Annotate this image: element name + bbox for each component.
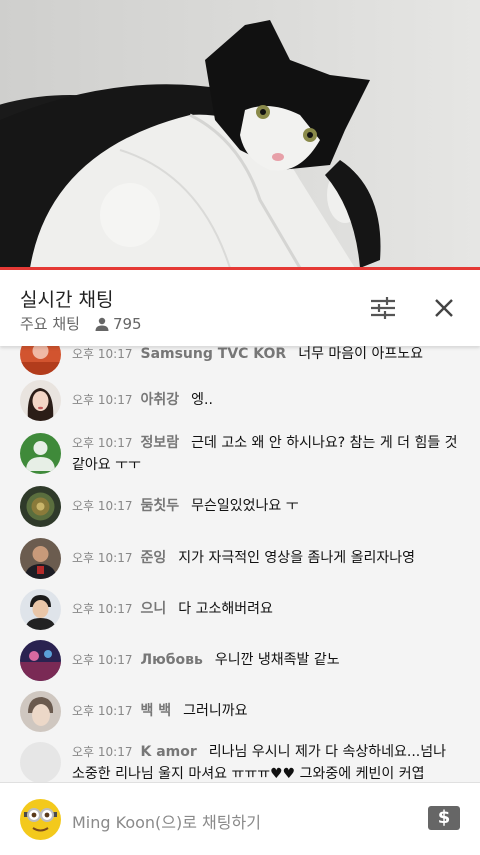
- message-text: 오후 10:17 정보람 근데 고소 왜 안 하시나요? 참는 게 더 힘들 것 같…: [72, 432, 462, 476]
- message-time: 오후 10:17: [72, 602, 133, 616]
- message-body: 우니깐 냉채족발 같노: [214, 652, 340, 668]
- avatar[interactable]: [20, 640, 61, 681]
- message-author[interactable]: 정보람: [140, 435, 179, 451]
- message-text: 오후 10:17 준잉 지가 자극적인 영상을 좀나게 올리자나영: [72, 547, 462, 569]
- message-author[interactable]: Samsung TVC KOR: [140, 346, 286, 362]
- avatar[interactable]: [20, 380, 61, 421]
- message-body: 엥..: [191, 392, 213, 408]
- chat-subheader: 주요 채팅 795: [20, 313, 142, 334]
- message-author[interactable]: 둠칫두: [140, 498, 179, 514]
- message-author[interactable]: 으니: [140, 601, 166, 617]
- close-icon: [435, 299, 453, 317]
- avatar[interactable]: [20, 538, 61, 579]
- avatar[interactable]: [20, 589, 61, 630]
- message-time: 오후 10:17: [72, 745, 133, 759]
- video-frame-cat: [0, 0, 480, 268]
- avatar[interactable]: [20, 433, 61, 474]
- close-chat-button[interactable]: [426, 290, 462, 326]
- message-body: 다 고소해버려요: [178, 601, 273, 617]
- sliders-icon: [371, 297, 395, 319]
- message-author[interactable]: 아취강: [140, 392, 179, 408]
- message-time: 오후 10:17: [72, 551, 133, 565]
- chat-title: 실시간 채팅: [20, 289, 114, 311]
- message-author[interactable]: 준잉: [140, 550, 166, 566]
- chat-mode-selector[interactable]: 주요 채팅: [20, 313, 80, 334]
- message-time: 오후 10:17: [72, 653, 133, 667]
- viewer-count: 795: [94, 315, 142, 333]
- message-body: 무슨일있었나요 ㅜ: [191, 498, 299, 514]
- message-body: 그러니까요: [183, 703, 248, 719]
- message-text: 오후 10:17 Samsung TVC KOR 너무 마음이 아프노요: [72, 346, 462, 365]
- message-time: 오후 10:17: [72, 436, 133, 450]
- avatar[interactable]: [20, 346, 61, 375]
- chat-input-bar: Ming Koon(으)로 채팅하기 $: [0, 782, 480, 855]
- message-text: 오후 10:17 백 백 그러니까요: [72, 700, 462, 722]
- viewer-count-value: 795: [112, 314, 142, 333]
- my-avatar: [20, 799, 61, 840]
- message-author[interactable]: 백 백: [140, 703, 171, 719]
- message-time: 오후 10:17: [72, 393, 133, 407]
- super-chat-button[interactable]: $: [428, 806, 460, 830]
- message-text: 오후 10:17 K amor 리나님 우시니 제가 다 속상하네요...넘나 소중…: [72, 741, 462, 782]
- message-time: 오후 10:17: [72, 347, 133, 361]
- live-chat-header: 실시간 채팅 주요 채팅 795: [0, 270, 480, 346]
- dollar-icon: $: [437, 807, 451, 828]
- chat-filter-button[interactable]: [365, 290, 401, 326]
- message-time: 오후 10:17: [72, 499, 133, 513]
- message-author[interactable]: Любовь: [140, 652, 202, 668]
- message-text: 오후 10:17 둠칫두 무슨일있었나요 ㅜ: [72, 495, 462, 517]
- message-body: 지가 자극적인 영상을 좀나게 올리자나영: [178, 550, 416, 566]
- person-icon: [95, 317, 109, 331]
- avatar[interactable]: [20, 486, 61, 527]
- avatar[interactable]: [20, 691, 61, 732]
- message-text: 오후 10:17 Любовь 우니깐 냉채족발 같노: [72, 649, 462, 671]
- message-time: 오후 10:17: [72, 704, 133, 718]
- message-text: 오후 10:17 아취강 엥..: [72, 389, 462, 411]
- avatar[interactable]: [20, 742, 61, 782]
- message-author[interactable]: K amor: [140, 744, 196, 760]
- message-body: 너무 마음이 아프노요: [298, 346, 424, 362]
- video-player[interactable]: [0, 0, 480, 268]
- chat-message-list[interactable]: 오후 10:17 Samsung TVC KOR 너무 마음이 아프노요 오후 10…: [0, 346, 480, 782]
- message-text: 오후 10:17 으니 다 고소해버려요: [72, 598, 462, 620]
- chat-input-field[interactable]: Ming Koon(으)로 채팅하기: [72, 809, 261, 833]
